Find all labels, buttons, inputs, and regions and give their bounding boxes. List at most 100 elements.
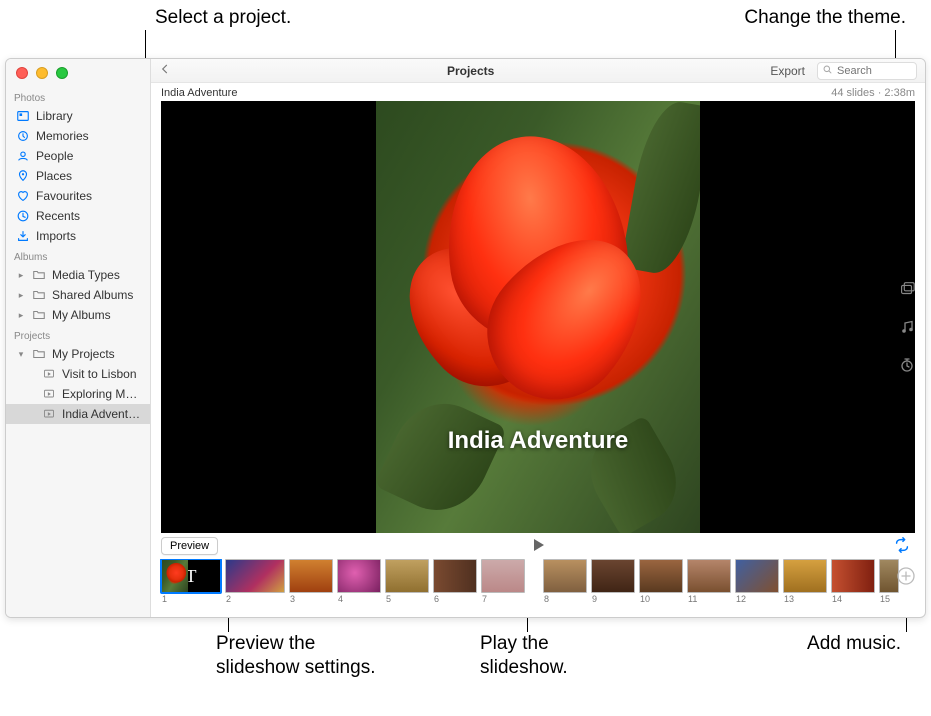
sidebar-item-label: My Albums bbox=[52, 308, 144, 322]
sidebar-item-memories[interactable]: Memories bbox=[6, 126, 150, 146]
sidebar-project-exploring[interactable]: Exploring Mor… bbox=[6, 384, 150, 404]
thumb-number: 1 bbox=[161, 594, 221, 604]
sidebar-item-label: Exploring Mor… bbox=[62, 387, 144, 401]
slideshow-controls: Preview bbox=[151, 533, 925, 559]
music-button[interactable] bbox=[897, 317, 917, 337]
thumb-5[interactable]: 5 bbox=[385, 559, 429, 604]
chevron-right-icon: ▸ bbox=[16, 290, 26, 301]
thumb-14[interactable]: 14 bbox=[831, 559, 875, 604]
search-icon bbox=[822, 63, 833, 78]
close-button[interactable] bbox=[16, 67, 28, 79]
sidebar-item-places[interactable]: Places bbox=[6, 166, 150, 186]
callout-preview: Preview the slideshow settings. bbox=[216, 632, 375, 680]
sidebar-project-india-adventure[interactable]: India Adventure bbox=[6, 404, 150, 424]
thumb-number: 12 bbox=[735, 594, 779, 604]
chevron-down-icon: ▾ bbox=[16, 349, 26, 360]
callout-select-project: Select a project. bbox=[155, 6, 291, 30]
thumb-2[interactable]: 2 bbox=[225, 559, 285, 604]
thumb-number: 15 bbox=[879, 594, 899, 604]
callout-play: Play the slideshow. bbox=[480, 632, 568, 680]
sidebar-item-label: Library bbox=[36, 109, 144, 123]
sidebar-item-my-projects[interactable]: ▾ My Projects bbox=[6, 344, 150, 364]
folder-icon bbox=[32, 308, 46, 322]
places-icon bbox=[16, 169, 30, 183]
sidebar-item-people[interactable]: People bbox=[6, 146, 150, 166]
import-icon bbox=[16, 229, 30, 243]
sidebar-section-photos: Photos bbox=[6, 87, 150, 106]
sidebar-item-library[interactable]: Library bbox=[6, 106, 150, 126]
thumb-number: 7 bbox=[481, 594, 525, 604]
preview-button[interactable]: Preview bbox=[161, 537, 218, 555]
sidebar-item-label: Memories bbox=[36, 129, 144, 143]
thumb-7[interactable]: 7 bbox=[481, 559, 525, 604]
sidebar-project-visit-lisbon[interactable]: Visit to Lisbon bbox=[6, 364, 150, 384]
sidebar-item-favourites[interactable]: Favourites bbox=[6, 186, 150, 206]
thumb-number: 6 bbox=[433, 594, 477, 604]
sidebar-item-my-albums[interactable]: ▸ My Albums bbox=[6, 305, 150, 325]
slideshow-icon bbox=[42, 367, 56, 381]
memories-icon bbox=[16, 129, 30, 143]
sidebar: Photos Library Memories People Places Fa… bbox=[6, 59, 151, 617]
duration-button[interactable] bbox=[897, 355, 917, 375]
minimize-button[interactable] bbox=[36, 67, 48, 79]
slideshow-stage: India Adventure bbox=[161, 101, 915, 533]
maximize-button[interactable] bbox=[56, 67, 68, 79]
thumb-number: 5 bbox=[385, 594, 429, 604]
thumb-number: 9 bbox=[591, 594, 635, 604]
thumb-1[interactable]: T 1 bbox=[161, 559, 221, 604]
toolbar-title: Projects bbox=[183, 64, 758, 78]
app-window: Photos Library Memories People Places Fa… bbox=[5, 58, 926, 618]
sidebar-item-label: Favourites bbox=[36, 189, 144, 203]
right-tools bbox=[895, 279, 919, 375]
sidebar-item-shared-albums[interactable]: ▸ Shared Albums bbox=[6, 285, 150, 305]
thumb-number: 11 bbox=[687, 594, 731, 604]
folder-icon bbox=[32, 347, 46, 361]
sidebar-item-media-types[interactable]: ▸ Media Types bbox=[6, 265, 150, 285]
add-photos-button[interactable] bbox=[895, 565, 917, 587]
clock-icon bbox=[16, 209, 30, 223]
thumb-12[interactable]: 12 bbox=[735, 559, 779, 604]
thumb-4[interactable]: 4 bbox=[337, 559, 381, 604]
project-meta: 44 slides · 2:38m bbox=[831, 87, 915, 99]
sidebar-item-label: India Adventure bbox=[62, 407, 144, 421]
callout-change-theme: Change the theme. bbox=[744, 6, 906, 30]
thumb-10[interactable]: 10 bbox=[639, 559, 683, 604]
thumb-number: 14 bbox=[831, 594, 875, 604]
sidebar-item-label: My Projects bbox=[52, 347, 144, 361]
sidebar-item-label: Media Types bbox=[52, 268, 144, 282]
stage-image: India Adventure bbox=[376, 101, 700, 533]
title-slide-thumb: T bbox=[161, 559, 221, 593]
thumb-11[interactable]: 11 bbox=[687, 559, 731, 604]
loop-button[interactable] bbox=[893, 536, 911, 557]
thumb-number: 2 bbox=[225, 594, 285, 604]
thumb-number: 3 bbox=[289, 594, 333, 604]
search-input[interactable] bbox=[837, 65, 912, 77]
thumb-13[interactable]: 13 bbox=[783, 559, 827, 604]
back-button[interactable] bbox=[159, 63, 175, 78]
thumb-9[interactable]: 9 bbox=[591, 559, 635, 604]
play-button[interactable] bbox=[530, 537, 546, 556]
sidebar-section-albums: Albums bbox=[6, 246, 150, 265]
project-header: India Adventure 44 slides · 2:38m bbox=[151, 83, 925, 101]
thumb-3[interactable]: 3 bbox=[289, 559, 333, 604]
sidebar-item-label: Places bbox=[36, 169, 144, 183]
people-icon bbox=[16, 149, 30, 163]
window-controls bbox=[16, 67, 68, 79]
export-button[interactable]: Export bbox=[766, 64, 809, 78]
slideshow-icon bbox=[42, 387, 56, 401]
search-field[interactable] bbox=[817, 62, 917, 80]
theme-button[interactable] bbox=[897, 279, 917, 299]
thumb-number: 4 bbox=[337, 594, 381, 604]
thumb-6[interactable]: 6 bbox=[433, 559, 477, 604]
slideshow-icon bbox=[42, 407, 56, 421]
sidebar-item-label: People bbox=[36, 149, 144, 163]
sidebar-item-recents[interactable]: Recents bbox=[6, 206, 150, 226]
thumb-8[interactable]: 8 bbox=[543, 559, 587, 604]
sidebar-item-imports[interactable]: Imports bbox=[6, 226, 150, 246]
project-name: India Adventure bbox=[161, 87, 237, 99]
library-icon bbox=[16, 109, 30, 123]
chevron-right-icon: ▸ bbox=[16, 310, 26, 321]
callout-add-music: Add music. bbox=[807, 632, 901, 656]
filmstrip[interactable]: T 1 2 3 4 5 6 7 8 9 10 11 12 13 14 1 bbox=[151, 559, 925, 617]
folder-icon bbox=[32, 268, 46, 282]
